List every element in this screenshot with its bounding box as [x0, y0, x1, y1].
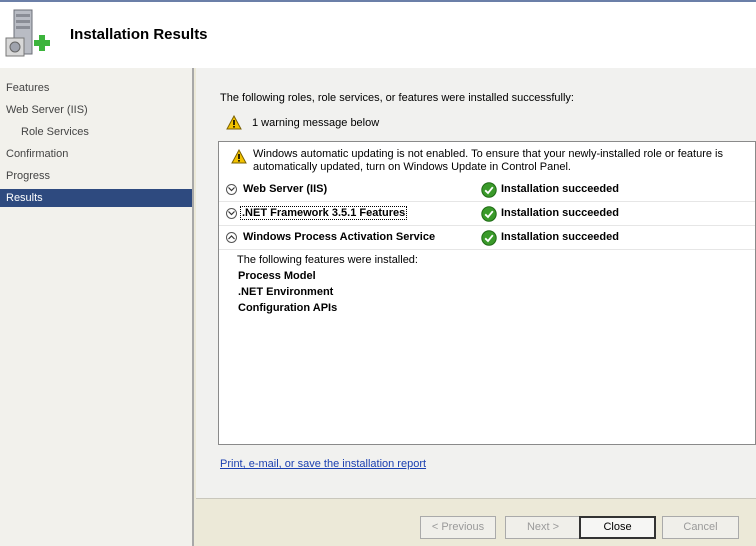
result-row-net-framework[interactable]: .NET Framework 3.5.1 Features Installati… [219, 203, 755, 226]
result-status-label: Installation succeeded [501, 231, 619, 243]
warning-icon [231, 149, 247, 164]
sidebar-item-progress[interactable]: Progress [6, 167, 50, 185]
warning-message-text: Windows automatic updating is not enable… [253, 148, 724, 173]
collapse-chevron-icon[interactable] [226, 232, 237, 243]
server-add-icon [4, 8, 54, 62]
sidebar-item-role-services[interactable]: Role Services [21, 123, 89, 141]
result-name: Windows Process Activation Service [243, 231, 436, 243]
page-title: Installation Results [70, 26, 208, 43]
installation-report-link[interactable]: Print, e-mail, or save the installation … [220, 458, 426, 470]
intro-text: The following roles, role services, or f… [220, 92, 574, 104]
close-button[interactable]: Close [579, 516, 656, 539]
cancel-button[interactable]: Cancel [662, 516, 739, 539]
sidebar-item-web-server[interactable]: Web Server (IIS) [6, 101, 88, 119]
expand-chevron-icon[interactable] [226, 184, 237, 195]
next-button[interactable]: Next > [505, 516, 581, 539]
success-check-icon [481, 206, 497, 222]
details-item: .NET Environment [238, 286, 334, 298]
sidebar-item-confirmation[interactable]: Confirmation [6, 145, 68, 163]
result-name: Web Server (IIS) [243, 183, 328, 195]
warning-icon [226, 115, 242, 130]
details-item: Configuration APIs [238, 302, 338, 314]
details-item: Process Model [238, 270, 316, 282]
details-intro: The following features were installed: [237, 254, 418, 266]
success-check-icon [481, 182, 497, 198]
result-status-label: Installation succeeded [501, 207, 619, 219]
wizard-steps-sidebar: Features Web Server (IIS) Role Services … [0, 68, 194, 546]
warning-summary-text: 1 warning message below [252, 117, 380, 129]
results-list[interactable]: Windows automatic updating is not enable… [218, 141, 756, 445]
expand-chevron-icon[interactable] [226, 208, 237, 219]
result-row-process-activation[interactable]: Windows Process Activation Service Insta… [219, 227, 755, 250]
previous-button[interactable]: < Previous [420, 516, 496, 539]
success-check-icon [481, 230, 497, 246]
sidebar-item-results[interactable]: Results [0, 189, 192, 207]
wizard-header: Installation Results [0, 0, 756, 68]
result-row-web-server[interactable]: Web Server (IIS) Installation succeeded [219, 179, 755, 202]
sidebar-item-features[interactable]: Features [6, 79, 49, 97]
result-status-label: Installation succeeded [501, 183, 619, 195]
result-name: .NET Framework 3.5.1 Features [239, 206, 408, 220]
wizard-footer: < Previous Next > Close Cancel [196, 498, 756, 546]
